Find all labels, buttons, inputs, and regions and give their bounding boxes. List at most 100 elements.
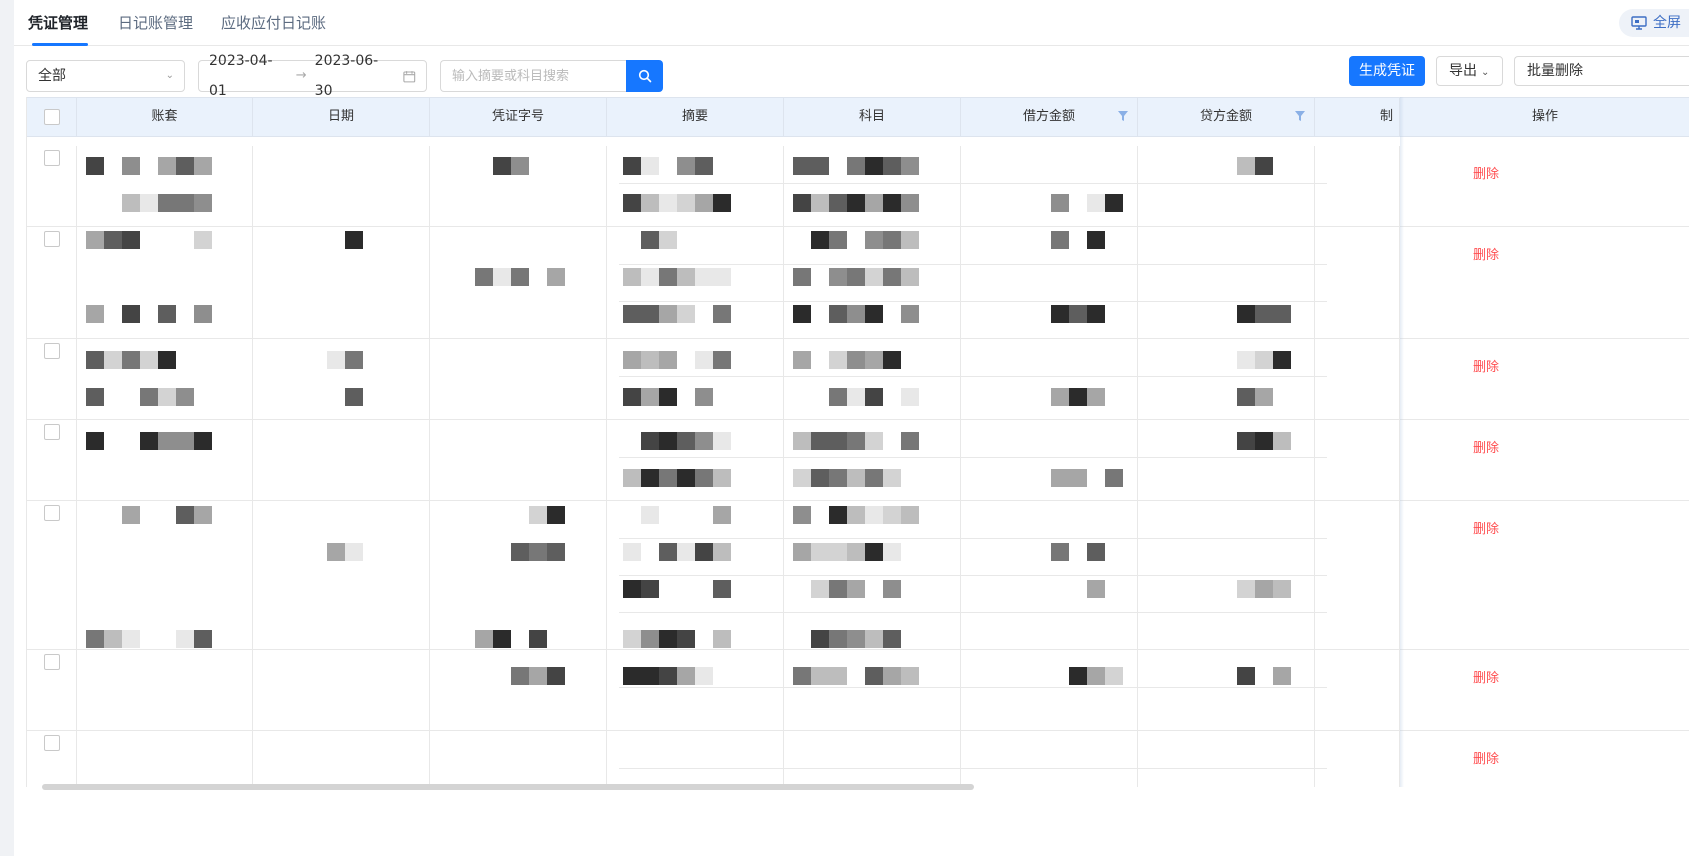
redaction-block — [677, 157, 695, 175]
redaction-block — [901, 506, 919, 524]
redaction-block — [829, 630, 847, 648]
redaction-block — [641, 432, 659, 450]
redaction-block — [793, 194, 811, 212]
redaction-block — [847, 388, 865, 406]
redaction-block — [793, 351, 811, 369]
redaction-block — [86, 388, 104, 406]
redaction-block — [345, 388, 363, 406]
redaction-block — [659, 194, 677, 212]
horizontal-scrollbar[interactable] — [42, 784, 974, 790]
redaction-block — [511, 667, 529, 685]
redaction-block — [176, 388, 194, 406]
redaction-block — [1051, 543, 1069, 561]
redaction-block — [695, 268, 713, 286]
redaction-block — [104, 231, 122, 249]
redaction-block — [1255, 351, 1273, 369]
redaction-block — [659, 305, 677, 323]
redaction-block — [659, 231, 677, 249]
redaction-block — [811, 630, 829, 648]
redaction-block — [847, 305, 865, 323]
redaction-block — [327, 543, 345, 561]
redaction-block — [1051, 231, 1069, 249]
fullscreen-button[interactable]: 全屏 — [1619, 9, 1689, 37]
redaction-block — [901, 432, 919, 450]
redaction-block — [1087, 231, 1105, 249]
redaction-block — [122, 630, 140, 648]
redaction-block — [1237, 157, 1255, 175]
redaction-block — [847, 194, 865, 212]
redaction-block — [623, 630, 641, 648]
fullscreen-label: 全屏 — [1653, 15, 1681, 31]
redaction-block — [659, 351, 677, 369]
redaction-block — [793, 432, 811, 450]
tab-voucher-management[interactable]: 凭证管理 — [14, 0, 106, 46]
voucher-table: 账套 日期 凭证字号 摘要 科目 借方金额 贷方金额 制 操作 删除 删除 删除… — [26, 97, 1689, 787]
redaction-block — [1087, 388, 1105, 406]
fixed-column-shadow — [1400, 97, 1404, 787]
redaction-block — [158, 157, 176, 175]
chevron-down-icon: ⌄ — [1481, 67, 1490, 78]
search-button[interactable] — [626, 60, 663, 92]
redaction-block — [901, 157, 919, 175]
tab-journal-management[interactable]: 日记账管理 — [118, 0, 193, 46]
redaction-block — [883, 543, 901, 561]
redaction-block — [345, 351, 363, 369]
redaction-block — [1255, 580, 1273, 598]
toolbar: 全部 ⌄ 2023-04-01 → 2023-06-30 生成凭证 导出 ⌄ 批量… — [14, 46, 1689, 104]
search-input[interactable] — [440, 60, 626, 92]
redaction-block — [529, 506, 547, 524]
tab-receivable-payable-journal[interactable]: 应收应付日记账 — [221, 0, 326, 46]
redaction-block — [475, 630, 493, 648]
redaction-block — [677, 469, 695, 487]
redaction-block — [811, 543, 829, 561]
redaction-block — [327, 351, 345, 369]
redaction-block — [122, 506, 140, 524]
redaction-block — [641, 580, 659, 598]
redaction-block — [1237, 351, 1255, 369]
date-range-picker[interactable]: 2023-04-01 → 2023-06-30 — [198, 53, 427, 99]
batch-delete-button[interactable]: 批量删除 — [1514, 56, 1689, 86]
redaction-block — [695, 351, 713, 369]
redaction-block — [659, 543, 677, 561]
redaction-block — [623, 388, 641, 406]
redaction-block — [1069, 305, 1087, 323]
redaction-block — [1069, 667, 1087, 685]
redaction-block — [695, 543, 713, 561]
redaction-block — [829, 667, 847, 685]
redaction-block — [1105, 469, 1123, 487]
redaction-block — [493, 268, 511, 286]
redaction-block — [865, 432, 883, 450]
redaction-block — [793, 667, 811, 685]
redaction-block — [140, 388, 158, 406]
redaction-block — [1273, 667, 1291, 685]
redaction-block — [1273, 580, 1291, 598]
redaction-block — [659, 630, 677, 648]
redaction-block — [547, 667, 565, 685]
redaction-block — [475, 268, 493, 286]
redaction-block — [86, 231, 104, 249]
redaction-block — [713, 580, 731, 598]
redaction-block — [623, 351, 641, 369]
redaction-block — [659, 388, 677, 406]
redaction-block — [793, 543, 811, 561]
redaction-block — [883, 351, 901, 369]
redaction-block — [140, 194, 158, 212]
redaction-block — [345, 231, 363, 249]
redaction-block — [901, 388, 919, 406]
redaction-block — [811, 231, 829, 249]
redaction-block — [883, 231, 901, 249]
redaction-block — [623, 268, 641, 286]
redaction-block — [194, 231, 212, 249]
redaction-block — [511, 268, 529, 286]
generate-voucher-button[interactable]: 生成凭证 — [1349, 56, 1425, 86]
redaction-block — [641, 351, 659, 369]
redaction-block — [1087, 305, 1105, 323]
redaction-block — [713, 305, 731, 323]
redaction-block — [883, 469, 901, 487]
redaction-block — [1273, 432, 1291, 450]
ledger-select[interactable]: 全部 ⌄ — [26, 60, 185, 92]
export-button[interactable]: 导出 ⌄ — [1436, 56, 1503, 86]
search-icon — [638, 69, 651, 83]
redaction-block — [1051, 305, 1069, 323]
redaction-block — [158, 351, 176, 369]
